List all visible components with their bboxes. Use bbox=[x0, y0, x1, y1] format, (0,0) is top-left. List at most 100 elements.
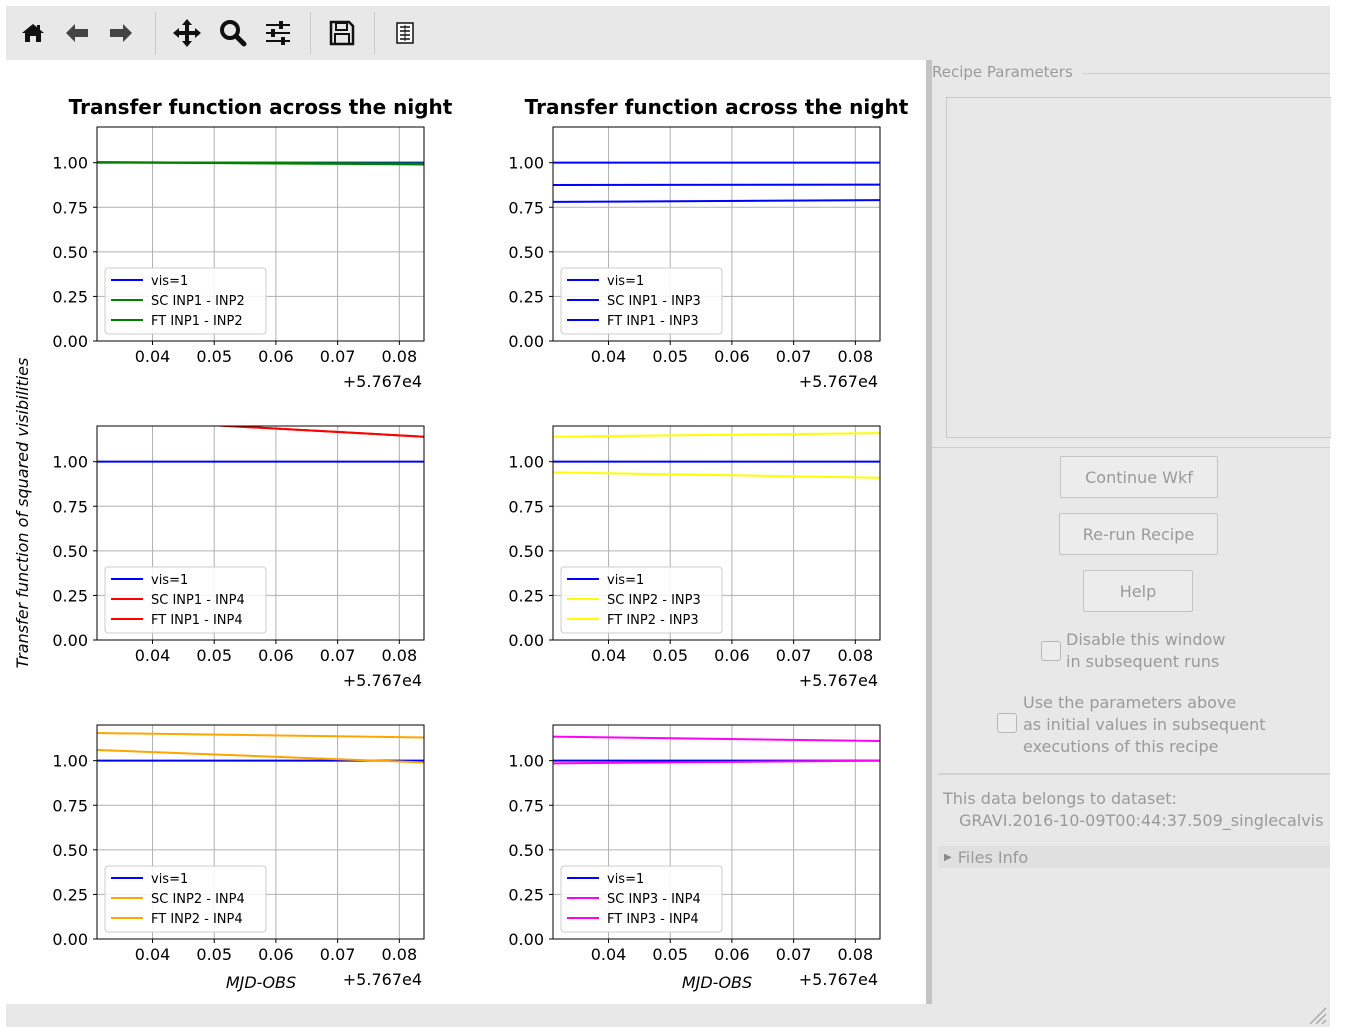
save-icon[interactable] bbox=[323, 14, 361, 52]
x-tick-label: 0.07 bbox=[776, 347, 812, 366]
continue-wkf-button[interactable]: Continue Wkf bbox=[1060, 456, 1218, 498]
legend-entry: SC INP1 - INP2 bbox=[151, 294, 245, 309]
recipe-panel: Recipe Parameters Continue Wkf Re-run Re… bbox=[932, 60, 1331, 1004]
y-tick-label: 0.00 bbox=[52, 930, 88, 949]
chart-title: Transfer function across the night bbox=[69, 95, 453, 119]
series-line bbox=[553, 471, 880, 479]
x-tick-label: 0.08 bbox=[382, 347, 418, 366]
legend-entry: FT INP2 - INP4 bbox=[151, 912, 243, 927]
divider bbox=[938, 773, 1330, 775]
divider bbox=[932, 447, 1330, 448]
y-tick-label: 0.25 bbox=[508, 586, 544, 605]
y-tick-label: 0.25 bbox=[508, 885, 544, 904]
y-tick-label: 0.00 bbox=[508, 332, 544, 351]
dataset-title: This data belongs to dataset: bbox=[943, 789, 1177, 808]
zoom-icon[interactable] bbox=[214, 14, 252, 52]
legend-entry: vis=1 bbox=[151, 872, 188, 887]
x-tick-label: 0.08 bbox=[382, 945, 418, 964]
x-tick-label: 0.04 bbox=[135, 646, 171, 665]
y-tick-label: 0.25 bbox=[508, 287, 544, 306]
y-tick-label: 0.25 bbox=[52, 287, 88, 306]
x-tick-label: 0.08 bbox=[838, 646, 874, 665]
legend-entry: vis=1 bbox=[151, 274, 188, 289]
x-tick-label: 0.05 bbox=[196, 347, 232, 366]
y-tick-label: 0.50 bbox=[508, 243, 544, 262]
disable-line-1: Disable this window bbox=[1066, 630, 1226, 649]
x-tick-label: 0.04 bbox=[135, 945, 171, 964]
y-tick-label: 0.75 bbox=[508, 198, 544, 217]
x-tick-label: 0.07 bbox=[320, 347, 356, 366]
legend-entry: FT INP1 - INP3 bbox=[607, 314, 699, 329]
y-tick-label: 0.00 bbox=[52, 631, 88, 650]
disable-window-checkbox[interactable] bbox=[1041, 641, 1061, 661]
legend-entry: FT INP1 - INP4 bbox=[151, 613, 243, 628]
y-tick-label: 1.00 bbox=[508, 752, 544, 771]
x-tick-label: 0.07 bbox=[776, 945, 812, 964]
series-line bbox=[553, 199, 880, 203]
files-info-label: Files Info bbox=[957, 847, 1029, 867]
x-tick-label: 0.06 bbox=[258, 646, 294, 665]
x-tick-label: 0.07 bbox=[320, 945, 356, 964]
pan-icon[interactable] bbox=[168, 14, 206, 52]
x-offset-label: +5.767e4 bbox=[799, 671, 878, 690]
toolbar-separator bbox=[310, 12, 311, 54]
y-tick-label: 0.25 bbox=[52, 885, 88, 904]
legend-entry: FT INP2 - INP3 bbox=[607, 613, 699, 628]
use-line-2: as initial values in subsequent bbox=[1023, 715, 1266, 734]
x-tick-label: 0.07 bbox=[320, 646, 356, 665]
x-tick-label: 0.06 bbox=[258, 347, 294, 366]
x-tick-label: 0.06 bbox=[714, 347, 750, 366]
x-tick-label: 0.04 bbox=[591, 945, 627, 964]
subplots-config-icon[interactable] bbox=[259, 14, 297, 52]
series-line bbox=[209, 426, 424, 438]
legend-entry: SC INP1 - INP4 bbox=[151, 593, 245, 608]
x-tick-label: 0.06 bbox=[258, 945, 294, 964]
x-tick-label: 0.08 bbox=[382, 646, 418, 665]
forward-arrow-icon[interactable] bbox=[102, 14, 140, 52]
params-list[interactable] bbox=[946, 97, 1331, 438]
plot-canvas[interactable]: 0.04 0.05 0.06 0.07 0.08 0.00 0.25 0.50 0.75 1.00… bbox=[6, 60, 926, 1004]
x-tick-label: 0.04 bbox=[591, 347, 627, 366]
files-info-expander[interactable]: ▶ Files Info bbox=[938, 846, 1330, 868]
y-tick-label: 0.00 bbox=[508, 631, 544, 650]
x-tick-label: 0.04 bbox=[135, 347, 171, 366]
legend-entry: SC INP2 - INP3 bbox=[607, 593, 701, 608]
status-bar bbox=[6, 1004, 1330, 1027]
chart-title: Transfer function across the night bbox=[525, 95, 909, 119]
back-arrow-icon[interactable] bbox=[58, 14, 96, 52]
triangle-right-icon: ▶ bbox=[944, 851, 952, 863]
x-tick-label: 0.06 bbox=[714, 945, 750, 964]
y-tick-label: 0.50 bbox=[52, 243, 88, 262]
legend-entry: vis=1 bbox=[607, 573, 644, 588]
help-button[interactable]: Help bbox=[1083, 570, 1193, 612]
disable-line-2: in subsequent runs bbox=[1066, 652, 1220, 671]
x-offset-label: +5.767e4 bbox=[343, 970, 422, 989]
use-params-label: Use the parameters above as initial valu… bbox=[1023, 692, 1265, 758]
home-icon[interactable] bbox=[14, 14, 52, 52]
legend-entry: SC INP1 - INP3 bbox=[607, 294, 701, 309]
x-tick-label: 0.05 bbox=[652, 945, 688, 964]
x-offset-label: +5.767e4 bbox=[343, 671, 422, 690]
figure: 0.04 0.05 0.06 0.07 0.08 0.00 0.25 0.50 0.75 1.00… bbox=[13, 95, 909, 992]
y-tick-label: 0.00 bbox=[52, 332, 88, 351]
legend-entry: vis=1 bbox=[151, 573, 188, 588]
toolbar-separator bbox=[374, 12, 375, 54]
x-offset-label: +5.767e4 bbox=[799, 970, 878, 989]
use-line-1: Use the parameters above bbox=[1023, 693, 1237, 712]
rerun-recipe-button[interactable]: Re-run Recipe bbox=[1059, 513, 1218, 555]
disable-window-label: Disable this window in subsequent runs bbox=[1066, 629, 1225, 673]
y-tick-label: 0.75 bbox=[508, 497, 544, 516]
legend-entry: vis=1 bbox=[607, 872, 644, 887]
y-tick-label: 0.50 bbox=[508, 841, 544, 860]
x-tick-label: 0.05 bbox=[652, 646, 688, 665]
legend-entry: vis=1 bbox=[607, 274, 644, 289]
edit-parameters-icon[interactable] bbox=[386, 14, 424, 52]
use-params-checkbox[interactable] bbox=[997, 713, 1017, 733]
x-offset-label: +5.767e4 bbox=[799, 372, 878, 391]
x-tick-label: 0.07 bbox=[776, 646, 812, 665]
x-tick-label: 0.05 bbox=[196, 945, 232, 964]
y-tick-label: 1.00 bbox=[52, 453, 88, 472]
y-tick-label: 0.50 bbox=[508, 542, 544, 561]
resize-grip-icon[interactable] bbox=[1302, 1002, 1328, 1026]
y-tick-label: 0.25 bbox=[52, 586, 88, 605]
